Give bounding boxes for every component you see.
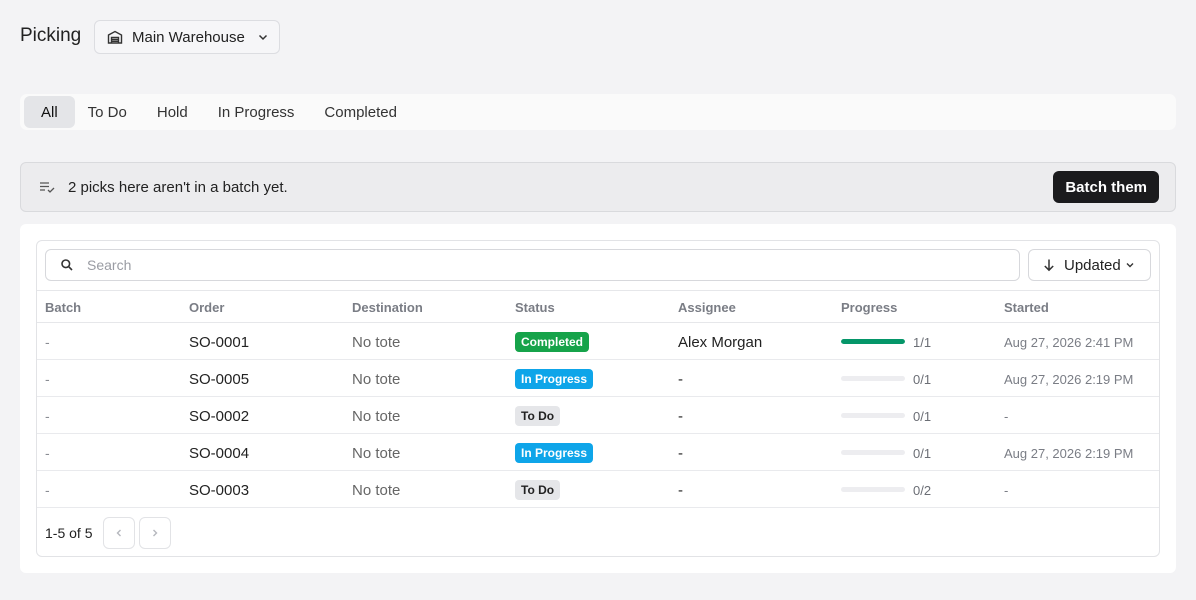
page-title: Picking: [20, 25, 82, 46]
progress-bar: [841, 450, 905, 455]
progress-label: 0/1: [913, 409, 932, 424]
status-badge: To Do: [515, 480, 561, 500]
batch-cell: -: [45, 334, 50, 350]
status-badge: Completed: [515, 332, 590, 352]
assignee-cell: -: [678, 371, 683, 388]
table-row[interactable]: - SO-0001 No tote Completed Alex Morgan 1/1 Au…: [37, 323, 1159, 360]
progress-bar: [841, 339, 905, 344]
order-cell: SO-0003: [189, 482, 250, 499]
progress-label: 0/2: [913, 483, 932, 498]
arrow-down-icon: [1043, 258, 1055, 272]
started-cell: -: [1004, 483, 1009, 498]
warehouse-icon: [107, 29, 123, 45]
next-page-button[interactable]: [139, 517, 171, 549]
started-cell: -: [1004, 409, 1009, 424]
destination-cell: No tote: [352, 334, 401, 351]
batch-cell: -: [45, 445, 50, 461]
previous-page-button[interactable]: [103, 517, 135, 549]
chevron-down-icon: [257, 31, 269, 43]
status-tabs: All To Do Hold In Progress Completed: [20, 94, 1176, 130]
batch-them-button[interactable]: Batch them: [1053, 171, 1159, 203]
table-row[interactable]: - SO-0003 No tote To Do - 0/2 -: [37, 471, 1159, 508]
column-header-destination[interactable]: Destination: [352, 300, 423, 315]
warehouse-select[interactable]: Main Warehouse: [94, 20, 280, 54]
table-row[interactable]: - SO-0002 No tote To Do - 0/1 -: [37, 397, 1159, 434]
table-header: Batch Order Destination Status Assignee …: [37, 290, 1159, 323]
destination-cell: No tote: [352, 482, 401, 499]
order-cell: SO-0004: [189, 445, 250, 462]
unbatched-banner: 2 picks here aren't in a batch yet. Batc…: [20, 162, 1176, 212]
tab-in-progress[interactable]: In Progress: [201, 96, 312, 128]
destination-cell: No tote: [352, 445, 401, 462]
chevron-down-icon: [1125, 260, 1135, 270]
tab-all[interactable]: All: [24, 96, 75, 128]
progress-label: 1/1: [913, 335, 932, 350]
destination-cell: No tote: [352, 408, 401, 425]
progress-fill: [841, 339, 905, 344]
batch-cell: -: [45, 408, 50, 424]
search-icon: [60, 258, 74, 272]
tab-hold[interactable]: Hold: [140, 96, 205, 128]
progress-label: 0/1: [913, 446, 932, 461]
column-header-started[interactable]: Started: [1004, 300, 1049, 315]
progress-bar: [841, 487, 905, 492]
started-cell: Aug 27, 2026 2:41 PM: [1004, 335, 1134, 350]
tab-completed[interactable]: Completed: [307, 96, 414, 128]
picks-card: Updated Batch Order Destination Status A…: [20, 224, 1176, 573]
banner-message: 2 picks here aren't in a batch yet.: [68, 178, 288, 196]
order-cell: SO-0002: [189, 408, 250, 425]
destination-cell: No tote: [352, 371, 401, 388]
started-cell: Aug 27, 2026 2:19 PM: [1004, 446, 1134, 461]
progress-bar: [841, 376, 905, 381]
order-cell: SO-0001: [189, 334, 250, 351]
search-input[interactable]: [87, 257, 987, 273]
tab-to-do[interactable]: To Do: [71, 96, 144, 128]
status-badge: To Do: [515, 406, 561, 426]
list-check-icon: [39, 180, 55, 194]
table-row[interactable]: - SO-0005 No tote In Progress - 0/1 Aug 27, 20…: [37, 360, 1159, 397]
sort-button[interactable]: Updated: [1028, 249, 1151, 281]
status-badge: In Progress: [515, 443, 594, 463]
progress-bar: [841, 413, 905, 418]
chevron-right-icon: [153, 529, 158, 537]
batch-cell: -: [45, 482, 50, 498]
order-cell: SO-0005: [189, 371, 250, 388]
warehouse-label: Main Warehouse: [132, 28, 245, 46]
pagination-summary: 1-5 of 5: [45, 525, 93, 541]
status-badge: In Progress: [515, 369, 594, 389]
column-header-batch[interactable]: Batch: [45, 300, 81, 315]
batch-cell: -: [45, 371, 50, 387]
chevron-left-icon: [116, 529, 121, 537]
assignee-cell: -: [678, 445, 683, 462]
column-header-assignee[interactable]: Assignee: [678, 300, 736, 315]
assignee-cell: -: [678, 408, 683, 425]
column-header-status[interactable]: Status: [515, 300, 555, 315]
started-cell: Aug 27, 2026 2:19 PM: [1004, 372, 1134, 387]
search-box[interactable]: [45, 249, 1020, 281]
assignee-cell: -: [678, 482, 683, 499]
column-header-order[interactable]: Order: [189, 300, 224, 315]
progress-label: 0/1: [913, 372, 932, 387]
assignee-cell: Alex Morgan: [678, 334, 763, 351]
table-row[interactable]: - SO-0004 No tote In Progress - 0/1 Aug 27, 20…: [37, 434, 1159, 471]
sort-label: Updated: [1064, 256, 1121, 274]
column-header-progress[interactable]: Progress: [841, 300, 897, 315]
picks-table: Updated Batch Order Destination Status A…: [36, 240, 1160, 557]
